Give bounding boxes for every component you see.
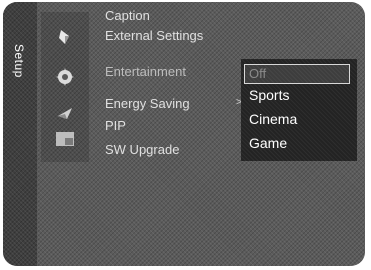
category-tab[interactable]: Setup <box>3 2 37 266</box>
tv-menu-screen: Setup Caption External Settings Entertai… <box>3 2 365 266</box>
entertainment-submenu: Off Sports Cinema Game <box>241 59 357 161</box>
picture-in-picture-icon[interactable] <box>55 130 75 148</box>
energy-icon[interactable] <box>55 104 75 122</box>
option-game[interactable]: Game <box>249 135 287 151</box>
menu-item-caption[interactable]: Caption <box>105 8 150 23</box>
option-cinema[interactable]: Cinema <box>249 111 297 127</box>
menu-item-pip[interactable]: PIP <box>105 118 126 133</box>
menu-item-external-settings[interactable]: External Settings <box>105 28 203 43</box>
option-off[interactable]: Off <box>244 64 350 84</box>
menu-item-entertainment[interactable]: Entertainment <box>105 64 186 79</box>
category-icon-column <box>41 12 89 162</box>
menu-item-sw-upgrade[interactable]: SW Upgrade <box>105 142 179 157</box>
setup-gear-icon[interactable] <box>55 68 75 86</box>
option-sports[interactable]: Sports <box>249 87 289 103</box>
setup-category-icon[interactable] <box>55 28 75 46</box>
category-tab-label: Setup <box>12 44 26 78</box>
menu-item-energy-saving[interactable]: Energy Saving <box>105 96 190 111</box>
